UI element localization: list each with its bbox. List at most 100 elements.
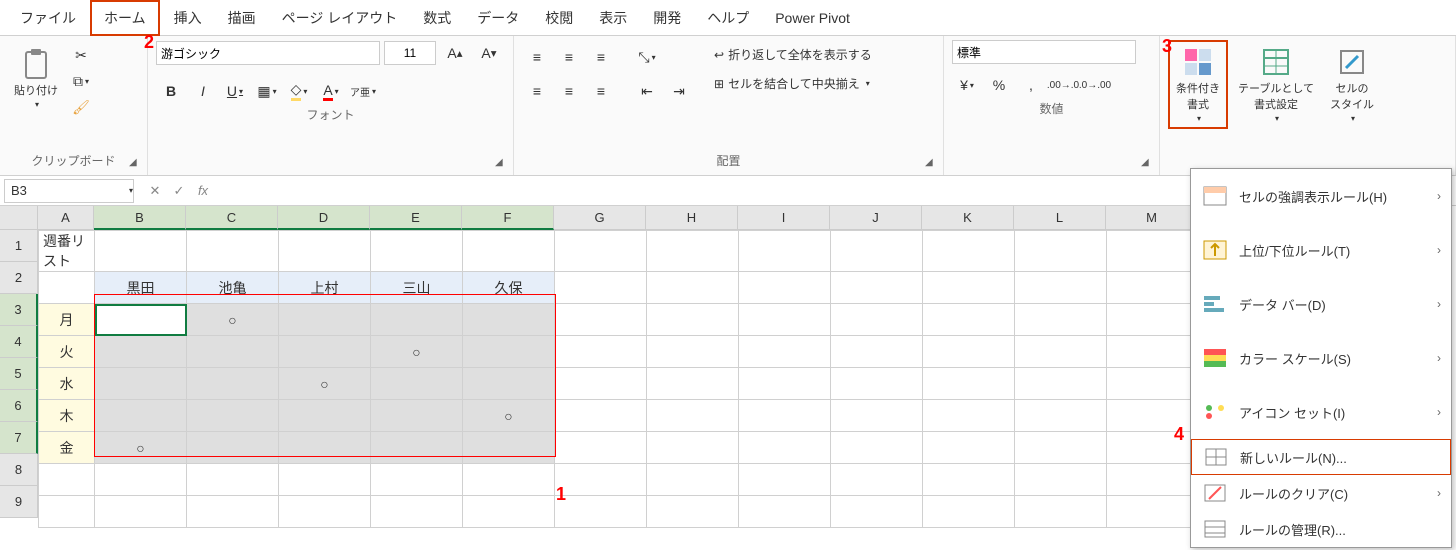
cell[interactable] xyxy=(923,496,1015,528)
cell[interactable] xyxy=(1107,368,1199,400)
cell[interactable] xyxy=(187,231,279,272)
cell[interactable] xyxy=(1107,336,1199,368)
menu-clear-rules[interactable]: ルールのクリア(C) › xyxy=(1191,475,1451,511)
col-header-J[interactable]: J xyxy=(830,206,922,230)
cell[interactable] xyxy=(39,496,95,528)
number-dialog-launcher[interactable]: ◢ xyxy=(1141,157,1155,171)
align-bottom-button[interactable]: ≡ xyxy=(586,44,616,70)
cell[interactable] xyxy=(831,368,923,400)
menu-file[interactable]: ファイル xyxy=(8,2,88,34)
col-header-B[interactable]: B xyxy=(94,206,186,230)
cell[interactable] xyxy=(95,304,187,336)
font-size-select[interactable] xyxy=(384,41,436,65)
cell[interactable]: ○ xyxy=(279,368,371,400)
align-top-button[interactable]: ≡ xyxy=(522,44,552,70)
cell[interactable]: ○ xyxy=(187,304,279,336)
cell[interactable] xyxy=(39,464,95,496)
cell[interactable] xyxy=(279,464,371,496)
font-name-select[interactable] xyxy=(156,41,380,65)
cell[interactable] xyxy=(739,304,831,336)
align-right-button[interactable]: ≡ xyxy=(586,78,616,104)
merge-center-button[interactable]: ⊞ セルを結合して中央揃え ▾ xyxy=(710,73,876,94)
cell[interactable] xyxy=(739,368,831,400)
cell[interactable] xyxy=(1107,432,1199,464)
col-header-G[interactable]: G xyxy=(554,206,646,230)
cell[interactable] xyxy=(279,496,371,528)
clipboard-dialog-launcher[interactable]: ◢ xyxy=(129,157,143,171)
row-header-6[interactable]: 6 xyxy=(0,390,38,422)
cell[interactable] xyxy=(555,496,647,528)
cell[interactable] xyxy=(555,368,647,400)
row-header-9[interactable]: 9 xyxy=(0,486,38,518)
font-dialog-launcher[interactable]: ◢ xyxy=(495,157,509,171)
cell[interactable] xyxy=(831,231,923,272)
cell[interactable]: 黒田 xyxy=(95,272,187,304)
cell[interactable] xyxy=(463,496,555,528)
indent-decrease-button[interactable]: ⇤ xyxy=(632,78,662,104)
menu-highlight-rules[interactable]: セルの強調表示ルール(H) › xyxy=(1191,169,1451,223)
cell[interactable] xyxy=(1107,464,1199,496)
copy-button[interactable]: ⧉▾ xyxy=(70,70,92,92)
menu-view[interactable]: 表示 xyxy=(587,2,639,34)
cell[interactable] xyxy=(1015,231,1107,272)
cell[interactable] xyxy=(279,231,371,272)
ruby-button[interactable]: ア亜▾ xyxy=(348,78,378,104)
font-color-button[interactable]: A▾ xyxy=(316,78,346,104)
wrap-text-button[interactable]: ↩ 折り返して全体を表示する xyxy=(710,44,876,65)
cell[interactable] xyxy=(647,496,739,528)
cell[interactable] xyxy=(463,432,555,464)
cell[interactable] xyxy=(647,231,739,272)
menu-new-rule[interactable]: 新しいルール(N)... xyxy=(1191,439,1451,475)
menu-home[interactable]: ホーム xyxy=(90,0,160,36)
cell[interactable] xyxy=(463,304,555,336)
cell[interactable] xyxy=(463,368,555,400)
menu-insert[interactable]: 挿入 xyxy=(162,2,214,34)
row-header-5[interactable]: 5 xyxy=(0,358,38,390)
menu-review[interactable]: 校閲 xyxy=(533,2,585,34)
menu-data-bars[interactable]: データ バー(D) › xyxy=(1191,277,1451,331)
col-header-E[interactable]: E xyxy=(370,206,462,230)
menu-manage-rules[interactable]: ルールの管理(R)... xyxy=(1191,511,1451,547)
cell[interactable] xyxy=(1015,272,1107,304)
cell[interactable] xyxy=(95,464,187,496)
cancel-formula-button[interactable]: ✕ xyxy=(144,180,166,202)
align-middle-button[interactable]: ≡ xyxy=(554,44,584,70)
cell[interactable] xyxy=(831,496,923,528)
cell[interactable] xyxy=(463,231,555,272)
cell[interactable] xyxy=(1015,304,1107,336)
cell[interactable] xyxy=(95,400,187,432)
cell[interactable] xyxy=(923,464,1015,496)
cell[interactable] xyxy=(1015,368,1107,400)
underline-button[interactable]: U▾ xyxy=(220,78,250,104)
cell[interactable] xyxy=(371,304,463,336)
cell[interactable] xyxy=(1015,432,1107,464)
cell[interactable]: 久保 xyxy=(463,272,555,304)
cut-button[interactable]: ✂ xyxy=(70,44,92,66)
cell[interactable]: 上村 xyxy=(279,272,371,304)
menu-pagelayout[interactable]: ページ レイアウト xyxy=(270,2,410,34)
cell[interactable]: 池亀 xyxy=(187,272,279,304)
cell[interactable] xyxy=(371,432,463,464)
name-box[interactable]: B3 ▾ xyxy=(4,179,134,203)
cell[interactable] xyxy=(463,464,555,496)
cell[interactable] xyxy=(923,400,1015,432)
cell[interactable] xyxy=(371,368,463,400)
cell[interactable] xyxy=(831,432,923,464)
increase-decimal-button[interactable]: .00→.0 xyxy=(1048,72,1078,98)
alignment-dialog-launcher[interactable]: ◢ xyxy=(925,157,939,171)
col-header-H[interactable]: H xyxy=(646,206,738,230)
menu-icon-sets[interactable]: アイコン セット(I) › xyxy=(1191,385,1451,439)
cell[interactable] xyxy=(95,231,187,272)
format-as-table-button[interactable]: テーブルとして 書式設定 ▾ xyxy=(1232,40,1320,129)
cell[interactable]: 木 xyxy=(39,400,95,432)
cell[interactable] xyxy=(555,336,647,368)
cell[interactable] xyxy=(923,336,1015,368)
cell[interactable] xyxy=(739,432,831,464)
decrease-font-button[interactable]: A▾ xyxy=(474,40,504,66)
cell[interactable] xyxy=(1015,464,1107,496)
cell[interactable] xyxy=(739,336,831,368)
cell[interactable] xyxy=(187,464,279,496)
cell[interactable] xyxy=(187,496,279,528)
cell[interactable]: 火 xyxy=(39,336,95,368)
menu-powerpivot[interactable]: Power Pivot xyxy=(763,4,862,32)
